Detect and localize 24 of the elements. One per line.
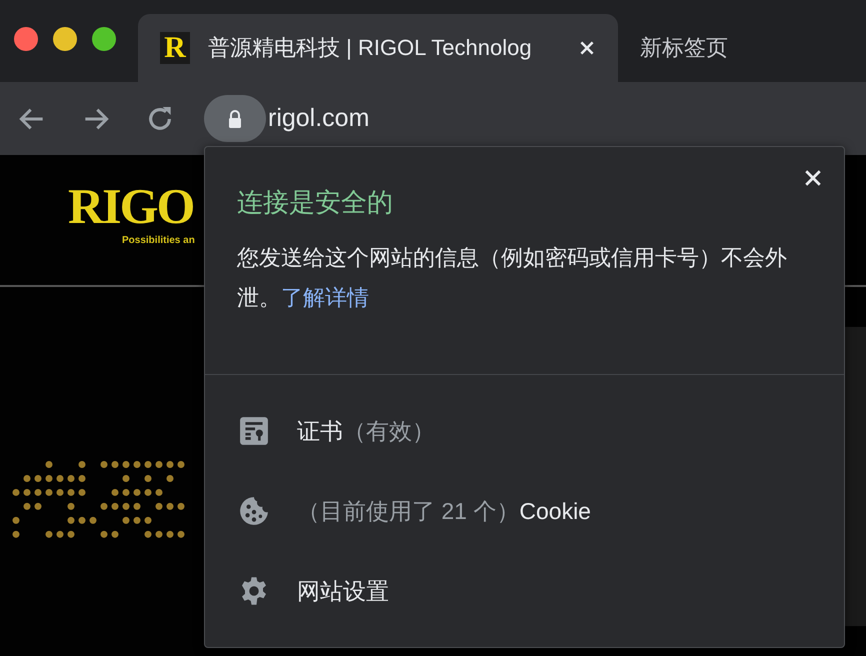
menu-item[interactable]: （目前使用了 21 个）Cookie [205,471,844,551]
learn-more-link[interactable]: 了解详情 [281,285,369,310]
site-info-button[interactable] [204,95,266,142]
tagline-text: Possibilities an [122,235,195,246]
browser-tab[interactable]: R 普源精电科技 | RIGOL Technolog [138,14,618,82]
certificate-icon [239,416,269,446]
browser-tab[interactable]: 新标签页 [618,14,750,82]
url-text[interactable]: rigol.com [268,104,370,133]
close-window-button[interactable] [14,27,38,51]
tab-title: 新标签页 [640,34,728,62]
security-message: 您发送给这个网站的信息（例如密码或信用卡号）不会外泄。了解详情 [237,244,788,312]
menu-item[interactable]: 网站设置 [205,551,844,631]
maximize-window-button[interactable] [92,27,116,51]
menu-item[interactable]: 证书（有效） [205,391,844,471]
close-icon[interactable] [804,169,822,187]
settings-icon [239,576,269,606]
lock-icon [227,108,243,128]
popup-title: 连接是安全的 [237,186,393,219]
cookie-icon [239,496,269,526]
tab-title: 普源精电科技 | RIGOL Technolog [208,34,533,62]
minimize-window-button[interactable] [53,27,77,51]
site-logo[interactable]: RIGO [68,183,194,229]
site-favicon: R [160,32,190,64]
close-icon[interactable] [578,39,596,57]
